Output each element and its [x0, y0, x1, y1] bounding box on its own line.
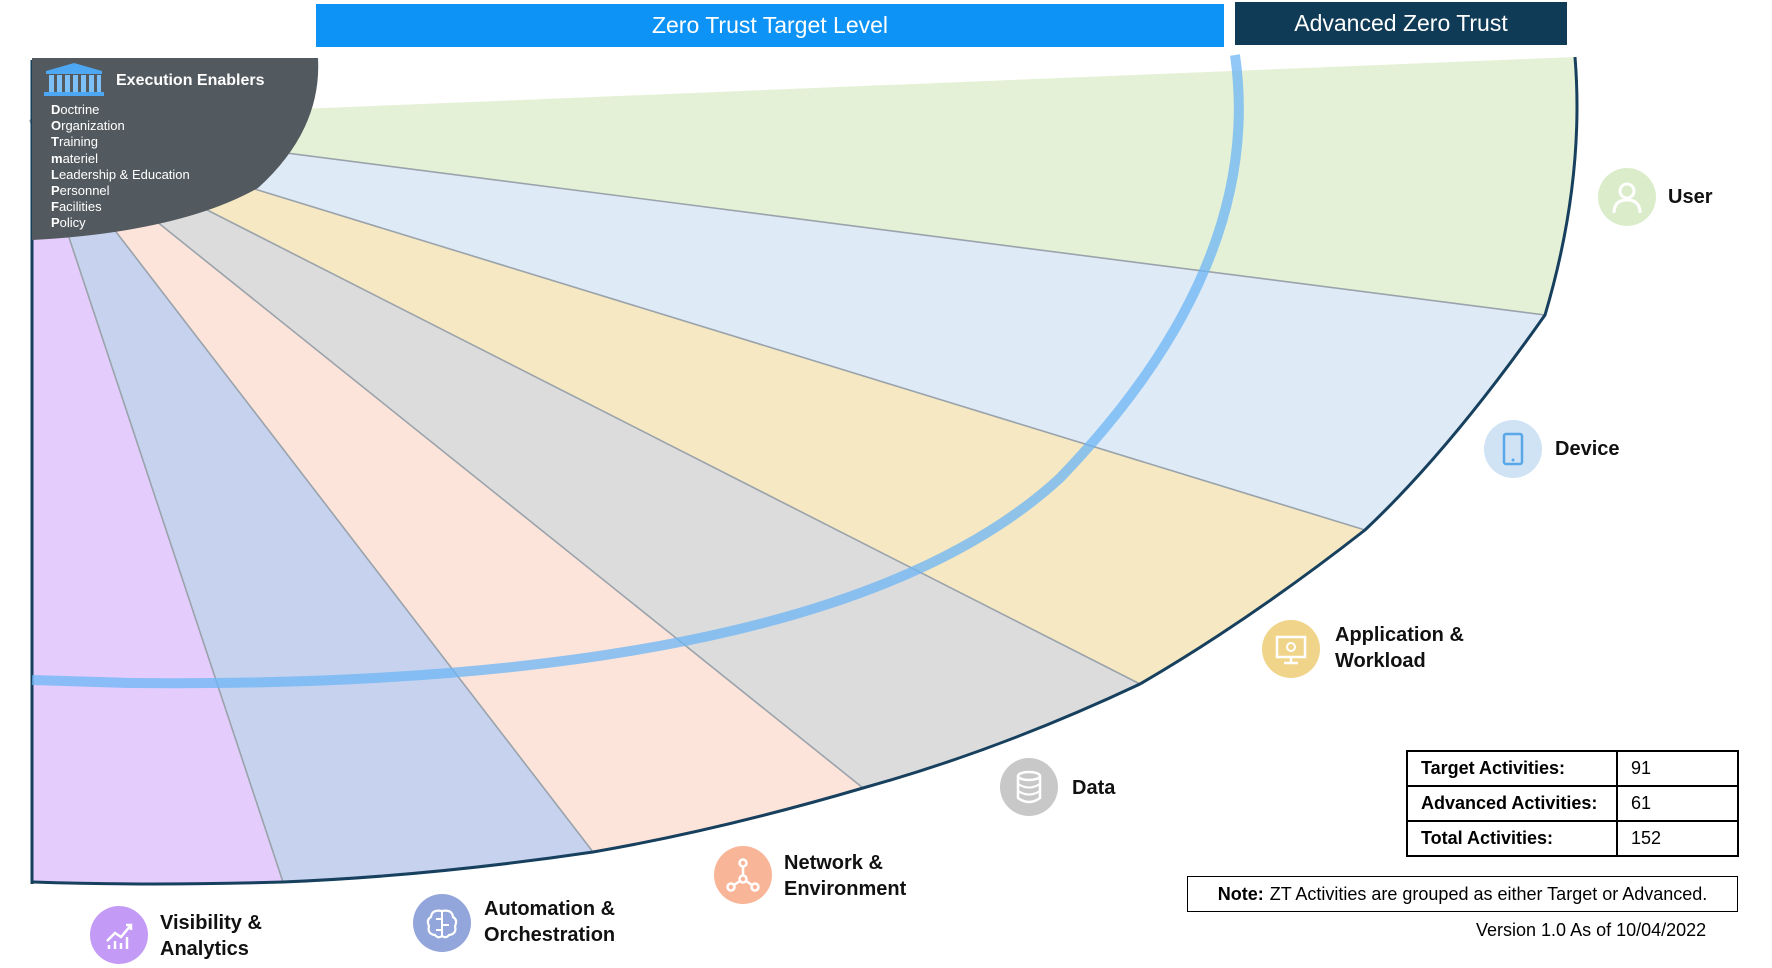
enabler-item: Personnel — [51, 183, 110, 199]
table-row: Advanced Activities: 61 — [1406, 785, 1739, 822]
pillar-label-data: Data — [1072, 777, 1116, 799]
advanced-level-label: Advanced Zero Trust — [1294, 10, 1508, 36]
enabler-item: Policy — [51, 215, 86, 231]
zero-trust-target-level-banner: Zero Trust Target Level — [316, 4, 1224, 47]
note-prefix: Note: — [1217, 883, 1264, 904]
pillar-label-device: Device — [1555, 438, 1620, 460]
target-level-label: Zero Trust Target Level — [651, 12, 889, 38]
advanced-activities-label: Advanced Activities: — [1406, 785, 1618, 822]
target-activities-label: Target Activities: — [1406, 750, 1618, 787]
pillar-label-automation-orchestration: Automation & Orchestration — [484, 898, 616, 946]
enabler-item: Leadership & Education — [51, 166, 190, 182]
enabler-item: Facilities — [51, 199, 102, 215]
dotmlpfp-list: Doctrine Organization Training materiel … — [51, 102, 190, 232]
building-pillars-icon — [44, 63, 104, 96]
advanced-activities-value: 61 — [1616, 785, 1739, 822]
note-text: ZT Activities are grouped as either Targ… — [1269, 883, 1708, 904]
pillar-label-user: User — [1668, 186, 1713, 208]
advanced-zero-trust-banner: Advanced Zero Trust — [1235, 2, 1567, 45]
table-row: Target Activities: 91 — [1406, 750, 1739, 787]
execution-enablers: Execution Enablers Doctrine Organization… — [28, 56, 318, 246]
analytics-chart-icon — [90, 906, 148, 964]
user-icon — [1598, 168, 1656, 226]
version-text: Version 1.0 As of 10/04/2022 — [1476, 920, 1707, 940]
execution-enablers-title: Execution Enablers — [116, 72, 265, 89]
note-box: Note: ZT Activities are grouped as eithe… — [1187, 876, 1738, 912]
total-activities-label: Total Activities: — [1406, 820, 1618, 857]
tablet-icon — [1484, 420, 1542, 478]
brain-icon — [413, 894, 471, 952]
pillar-label-application-workload: Application & Workload — [1335, 624, 1464, 672]
target-activities-value: 91 — [1616, 750, 1739, 787]
table-row: Total Activities: 152 — [1406, 820, 1739, 857]
monitor-gear-icon — [1262, 620, 1320, 678]
network-icon — [714, 846, 772, 904]
database-icon — [1000, 758, 1058, 816]
enabler-item: Training — [51, 134, 98, 150]
activities-table: Target Activities: 91 Advanced Activitie… — [1406, 750, 1739, 857]
enabler-item: materiel — [51, 150, 98, 166]
enabler-item: Doctrine — [51, 102, 100, 117]
total-activities-value: 152 — [1616, 820, 1739, 857]
pillar-label-visibility-analytics: Visibility & Analytics — [160, 912, 262, 960]
pillar-label-network-environment: Network & Environment — [784, 852, 907, 900]
enabler-item: Organization — [51, 118, 125, 134]
